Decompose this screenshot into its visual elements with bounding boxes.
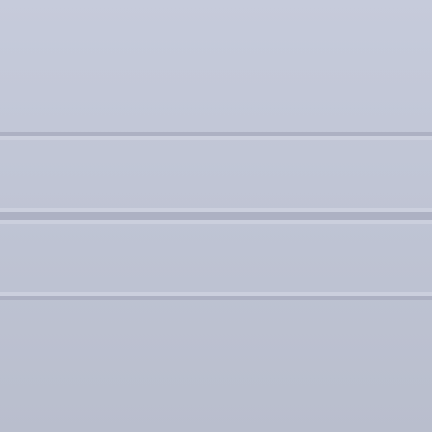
divider-2 [0, 212, 432, 220]
panel-3 [0, 224, 432, 292]
panel-1 [0, 0, 432, 132]
panel-2 [0, 140, 432, 208]
panel-4 [0, 300, 432, 432]
